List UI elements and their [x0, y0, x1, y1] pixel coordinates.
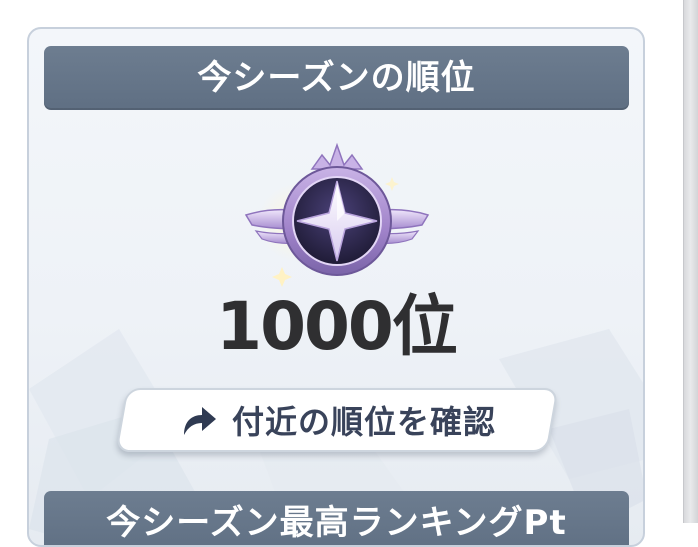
scrollbar-track[interactable]	[683, 0, 698, 523]
season-rank-header: 今シーズンの順位	[44, 46, 629, 110]
rank-value: 1000位	[216, 288, 458, 365]
view-nearby-ranks-button[interactable]: 付近の順位を確認	[115, 388, 559, 452]
arrow-curve-icon	[183, 407, 216, 435]
view-nearby-ranks-label: 付近の順位を確認	[231, 403, 496, 441]
season-rank-panel: 今シーズンの順位 1000位 付近の順位を確認 今シーズン最高ランキングPt	[27, 27, 645, 547]
season-best-ranking-pt-header: 今シーズン最高ランキングPt	[44, 491, 629, 545]
rank-emblem-icon	[244, 142, 430, 287]
